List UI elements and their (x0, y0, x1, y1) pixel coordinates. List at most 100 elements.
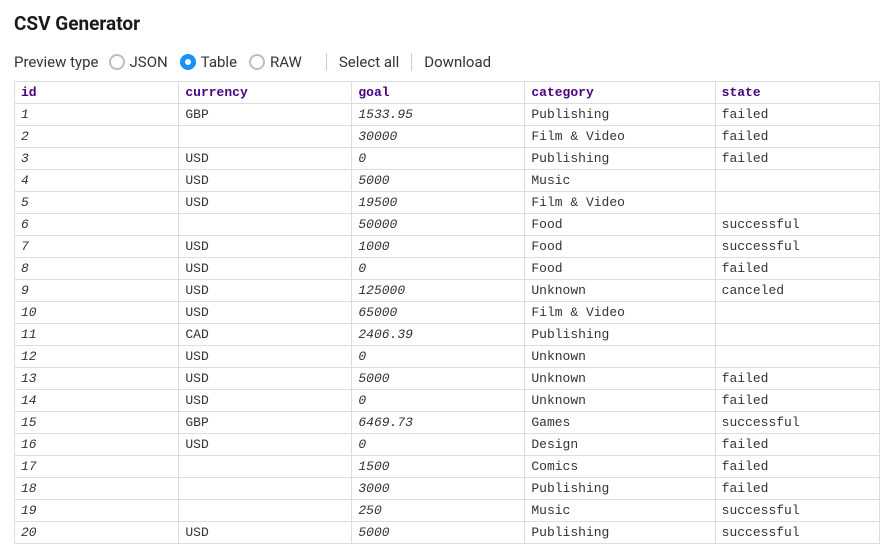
cell-goal: 250 (352, 500, 525, 522)
preview-type-json[interactable]: JSON (109, 53, 168, 71)
cell-category: Publishing (525, 148, 715, 170)
cell-state: failed (715, 104, 879, 126)
cell-currency (179, 126, 352, 148)
table-row[interactable]: 12USD0Unknown (15, 346, 880, 368)
cell-currency (179, 456, 352, 478)
table-row[interactable]: 183000Publishingfailed (15, 478, 880, 500)
cell-goal: 65000 (352, 302, 525, 324)
table-row[interactable]: 11CAD2406.39Publishing (15, 324, 880, 346)
cell-state: failed (715, 148, 879, 170)
table-row[interactable]: 20USD5000Publishingsuccessful (15, 522, 880, 544)
cell-state: failed (715, 258, 879, 280)
cell-goal: 5000 (352, 368, 525, 390)
cell-category: Unknown (525, 390, 715, 412)
table-row[interactable]: 1GBP1533.95Publishingfailed (15, 104, 880, 126)
cell-goal: 2406.39 (352, 324, 525, 346)
cell-id: 6 (15, 214, 179, 236)
preview-type-raw[interactable]: RAW (249, 53, 302, 71)
cell-state: successful (715, 214, 879, 236)
cell-category: Design (525, 434, 715, 456)
cell-id: 16 (15, 434, 179, 456)
table-row[interactable]: 8USD0Foodfailed (15, 258, 880, 280)
table-header-row: id currency goal category state (15, 82, 880, 104)
cell-category: Music (525, 500, 715, 522)
cell-state (715, 302, 879, 324)
cell-id: 15 (15, 412, 179, 434)
cell-currency: USD (179, 258, 352, 280)
cell-currency: USD (179, 522, 352, 544)
cell-currency: USD (179, 346, 352, 368)
cell-category: Comics (525, 456, 715, 478)
cell-goal: 6469.73 (352, 412, 525, 434)
table-row[interactable]: 9USD125000Unknowncanceled (15, 280, 880, 302)
table-row[interactable]: 3USD0Publishingfailed (15, 148, 880, 170)
table-row[interactable]: 16USD0Designfailed (15, 434, 880, 456)
table-row[interactable]: 650000Foodsuccessful (15, 214, 880, 236)
cell-category: Publishing (525, 104, 715, 126)
cell-id: 14 (15, 390, 179, 412)
cell-state: failed (715, 478, 879, 500)
table-row[interactable]: 5USD19500Film & Video (15, 192, 880, 214)
cell-goal: 0 (352, 390, 525, 412)
radio-icon (249, 54, 265, 70)
cell-state: successful (715, 236, 879, 258)
cell-state: failed (715, 456, 879, 478)
cell-state: successful (715, 522, 879, 544)
cell-currency: USD (179, 148, 352, 170)
cell-id: 12 (15, 346, 179, 368)
download-button[interactable]: Download (424, 53, 491, 71)
cell-id: 2 (15, 126, 179, 148)
cell-goal: 1500 (352, 456, 525, 478)
cell-currency: USD (179, 302, 352, 324)
cell-id: 10 (15, 302, 179, 324)
cell-category: Publishing (525, 324, 715, 346)
cell-state: failed (715, 368, 879, 390)
col-header-id[interactable]: id (15, 82, 179, 104)
cell-currency: GBP (179, 412, 352, 434)
table-row[interactable]: 10USD65000Film & Video (15, 302, 880, 324)
cell-goal: 5000 (352, 170, 525, 192)
data-table: id currency goal category state 1GBP1533… (14, 81, 880, 544)
cell-goal: 30000 (352, 126, 525, 148)
toolbar: Preview type JSON Table RAW Select all D… (14, 53, 880, 71)
cell-category: Games (525, 412, 715, 434)
table-row[interactable]: 17 1500Comicsfailed (15, 456, 880, 478)
cell-state (715, 192, 879, 214)
cell-goal: 50000 (352, 214, 525, 236)
cell-state: failed (715, 390, 879, 412)
table-row[interactable]: 13USD5000Unknownfailed (15, 368, 880, 390)
cell-goal: 19500 (352, 192, 525, 214)
cell-category: Film & Video (525, 192, 715, 214)
cell-currency (179, 500, 352, 522)
cell-state: successful (715, 412, 879, 434)
table-row[interactable]: 19250Musicsuccessful (15, 500, 880, 522)
col-header-currency[interactable]: currency (179, 82, 352, 104)
table-row[interactable]: 15GBP6469.73Gamessuccessful (15, 412, 880, 434)
table-row[interactable]: 7USD1000Foodsuccessful (15, 236, 880, 258)
cell-category: Unknown (525, 368, 715, 390)
cell-category: Music (525, 170, 715, 192)
cell-goal: 0 (352, 346, 525, 368)
select-all-button[interactable]: Select all (339, 53, 399, 71)
cell-id: 17 (15, 456, 179, 478)
cell-state: canceled (715, 280, 879, 302)
cell-goal: 5000 (352, 522, 525, 544)
cell-currency: GBP (179, 104, 352, 126)
cell-goal: 1533.95 (352, 104, 525, 126)
radio-icon (109, 54, 125, 70)
table-row[interactable]: 4USD5000Music (15, 170, 880, 192)
col-header-goal[interactable]: goal (352, 82, 525, 104)
cell-state (715, 170, 879, 192)
table-row[interactable]: 14USD0Unknownfailed (15, 390, 880, 412)
table-row[interactable]: 230000Film & Videofailed (15, 126, 880, 148)
cell-id: 18 (15, 478, 179, 500)
cell-currency: USD (179, 170, 352, 192)
col-header-state[interactable]: state (715, 82, 879, 104)
col-header-category[interactable]: category (525, 82, 715, 104)
cell-goal: 0 (352, 148, 525, 170)
cell-id: 4 (15, 170, 179, 192)
preview-type-table[interactable]: Table (180, 53, 237, 71)
cell-id: 7 (15, 236, 179, 258)
cell-id: 19 (15, 500, 179, 522)
cell-currency (179, 214, 352, 236)
